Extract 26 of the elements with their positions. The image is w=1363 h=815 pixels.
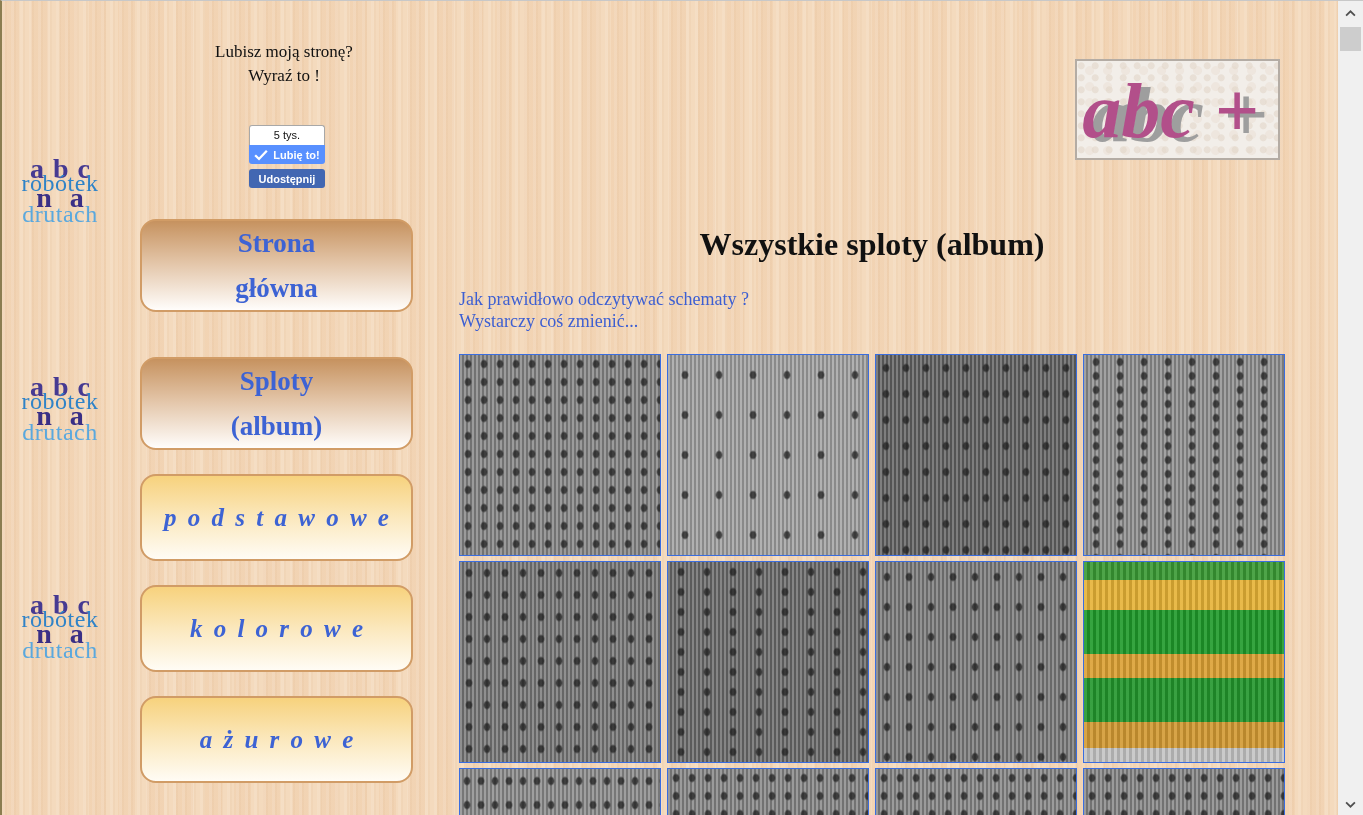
- nav-button[interactable]: kolorowe: [140, 585, 413, 672]
- nav-button[interactable]: Sploty (album): [140, 357, 413, 450]
- scrollbar[interactable]: [1338, 1, 1363, 815]
- photo-placeholder[interactable]: [875, 354, 1077, 556]
- link[interactable]: Wystarczy coś zmienić...: [459, 310, 639, 332]
- photo-placeholder[interactable]: [1083, 561, 1285, 763]
- nav-button[interactable]: Strona główna: [140, 219, 413, 312]
- photo-placeholder[interactable]: [459, 354, 661, 556]
- scroll-down-icon[interactable]: [1345, 801, 1356, 808]
- like-button[interactable]: Lubię to!: [249, 145, 325, 164]
- page-title: Wszystkie sploty (album): [698, 225, 1046, 264]
- photo-placeholder[interactable]: [667, 561, 869, 763]
- check-icon: [254, 148, 269, 161]
- scroll-up-icon[interactable]: [1345, 10, 1356, 17]
- share-button[interactable]: Udostępnij: [249, 169, 325, 188]
- photo-placeholder[interactable]: [459, 561, 661, 763]
- link[interactable]: Jak prawidłowo odczytywać schematy ?: [459, 288, 749, 310]
- photo-placeholder[interactable]: [667, 354, 869, 556]
- nav-button[interactable]: ażurowe: [140, 696, 413, 783]
- scrollbar-thumb[interactable]: [1340, 27, 1361, 51]
- photo-placeholder[interactable]: [1083, 354, 1285, 556]
- logo-banner: abc +: [1075, 59, 1280, 160]
- like-prompt: Lubisz moją stronę? Wyraź to !: [215, 41, 353, 87]
- like-count: 5 tys.: [249, 125, 325, 145]
- photo-placeholder[interactable]: [875, 561, 1077, 763]
- nav-button[interactable]: podstawowe: [140, 474, 413, 561]
